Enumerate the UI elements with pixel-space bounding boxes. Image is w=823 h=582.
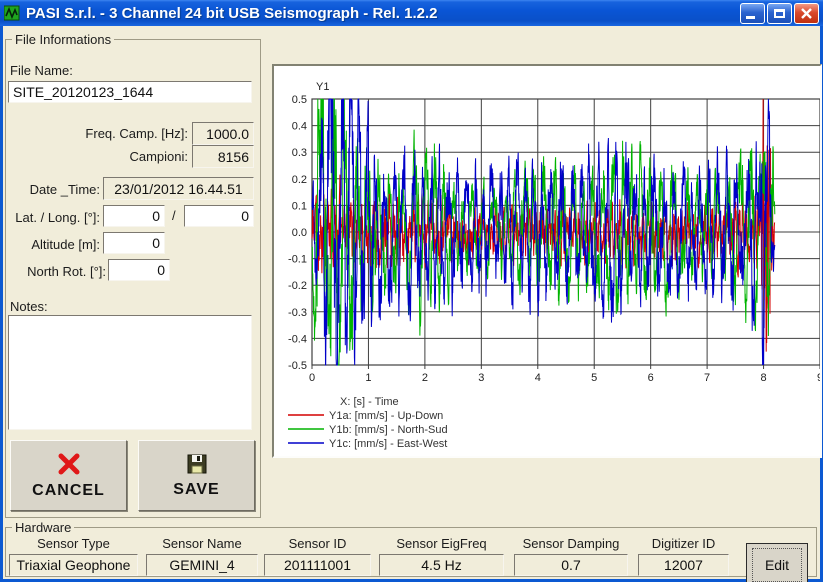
y-tick-label: 0.1 (292, 200, 307, 212)
notes-label: Notes: (10, 299, 48, 314)
lat-long-separator: / (172, 208, 176, 223)
latitude-input[interactable] (103, 205, 165, 227)
save-button-label: SAVE (173, 481, 219, 499)
maximize-icon (774, 9, 785, 18)
legend-x-label: X: [s] - Time (340, 396, 399, 408)
date-time-label: Date _Time: (6, 182, 100, 197)
x-tick-label: 9 (817, 372, 820, 384)
file-informations-group: File Informations File Name: Freq. Camp.… (5, 32, 261, 518)
sensor-name-value: GEMINI_4 (146, 554, 258, 576)
maximize-button[interactable] (767, 3, 792, 24)
x-tick-label: 2 (422, 372, 428, 384)
sensor-damping-label: Sensor Damping (514, 536, 628, 551)
y-tick-label: 0.3 (292, 147, 307, 159)
cancel-x-icon (56, 452, 82, 476)
hardware-group-label: Hardware (12, 520, 74, 535)
freq-camp-label: Freq. Camp. [Hz]: (6, 126, 188, 141)
digitizer-id-value: 12007 (638, 554, 729, 576)
minimize-icon (746, 16, 755, 19)
y-tick-label: 0.5 (292, 94, 307, 106)
edit-button-label: Edit (752, 548, 802, 582)
sensor-id-label: Sensor ID (264, 536, 371, 551)
app-window: PASI S.r.l. - 3 Channel 24 bit USB Seism… (0, 0, 823, 582)
save-floppy-icon (186, 453, 208, 475)
x-tick-label: 4 (535, 372, 541, 384)
file-name-label: File Name: (10, 63, 73, 78)
client-area: File Informations File Name: Freq. Camp.… (3, 26, 820, 579)
notes-input[interactable] (8, 315, 252, 430)
file-name-input[interactable] (8, 81, 252, 103)
date-time-value: 23/01/2012 16.44.51 (103, 177, 254, 200)
y-axis-title: Y1 (316, 81, 329, 93)
y-tick-label: 0.2 (292, 174, 307, 186)
edit-button[interactable]: Edit (746, 543, 808, 582)
x-tick-label: 7 (704, 372, 710, 384)
y-tick-label: -0.4 (288, 333, 307, 345)
seismogram-chart: 0 1 2 3 4 5 6 7 8 9 0.5 0.4 0.3 0.2 0.1 0.0 -0.1 -0.2 -0.3… (274, 66, 820, 456)
cancel-button[interactable]: CANCEL (10, 440, 127, 511)
file-informations-group-label: File Informations (12, 32, 114, 47)
app-logo-icon (4, 5, 21, 21)
sensor-eigfreq-label: Sensor EigFreq (379, 536, 504, 551)
x-tick-label: 0 (309, 372, 315, 384)
x-tick-label: 5 (591, 372, 597, 384)
campioni-label: Campioni: (6, 149, 188, 164)
close-icon (795, 4, 818, 23)
hardware-group: Hardware Sensor Type Triaxial Geophone S… (5, 520, 817, 577)
y-tick-label: -0.2 (288, 280, 307, 292)
altitude-label: Altitude [m]: (6, 237, 100, 252)
x-tick-label: 8 (760, 372, 766, 384)
x-tick-label: 6 (648, 372, 654, 384)
close-button[interactable] (794, 3, 819, 24)
save-button[interactable]: SAVE (138, 440, 255, 511)
sensor-eigfreq-value: 4.5 Hz (379, 554, 504, 576)
x-tick-label: 3 (478, 372, 484, 384)
y-tick-label: -0.1 (288, 254, 307, 266)
cancel-button-label: CANCEL (32, 482, 105, 500)
window-title: PASI S.r.l. - 3 Channel 24 bit USB Seism… (26, 5, 740, 22)
seismogram-panel: 0 1 2 3 4 5 6 7 8 9 0.5 0.4 0.3 0.2 0.1 0.0 -0.1 -0.2 -0.3… (272, 64, 822, 458)
sensor-damping-value: 0.7 (514, 554, 628, 576)
legend-series-label: Y1a: [mm/s] - Up-Down (329, 410, 443, 422)
x-tick-label: 1 (365, 372, 371, 384)
digitizer-id-label: Digitizer ID (638, 536, 729, 551)
freq-camp-value: 1000.0 (192, 122, 254, 145)
sensor-id-value: 201111001 (264, 554, 371, 576)
minimize-button[interactable] (740, 3, 765, 24)
legend-series-label: Y1b: [mm/s] - North-Sud (329, 424, 448, 436)
north-rot-label: North Rot. [°]: (6, 264, 106, 279)
campioni-value: 8156 (192, 145, 254, 168)
y-tick-label: -0.3 (288, 307, 307, 319)
y-tick-label: 0.4 (292, 121, 307, 133)
y-tick-label: -0.5 (288, 360, 307, 372)
titlebar[interactable]: PASI S.r.l. - 3 Channel 24 bit USB Seism… (0, 0, 823, 26)
sensor-type-label: Sensor Type (9, 536, 138, 551)
sensor-type-value: Triaxial Geophone (9, 554, 138, 576)
y-tick-label: 0.0 (292, 227, 307, 239)
north-rot-input[interactable] (108, 259, 170, 281)
legend-series-label: Y1c: [mm/s] - East-West (329, 438, 447, 450)
lat-long-label: Lat. / Long. [°]: (6, 210, 100, 225)
sensor-name-label: Sensor Name (146, 536, 258, 551)
longitude-input[interactable] (184, 205, 254, 227)
altitude-input[interactable] (103, 232, 165, 254)
